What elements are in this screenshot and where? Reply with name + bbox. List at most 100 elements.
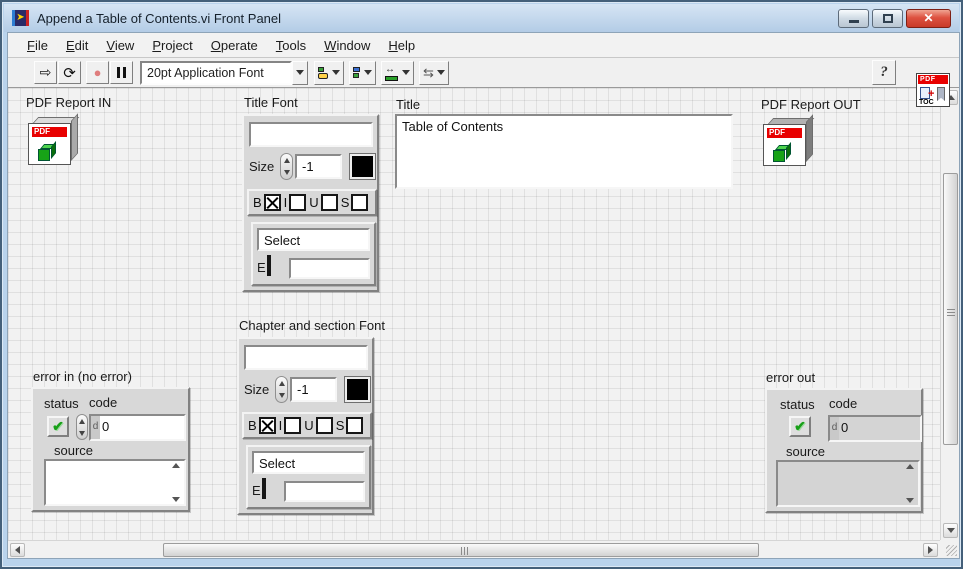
chevron-down-icon xyxy=(402,70,410,75)
title-bar[interactable]: ➤ Append a Table of Contents.vi Front Pa… xyxy=(4,4,959,32)
menu-project[interactable]: Project xyxy=(143,35,201,56)
reorder-icon: ⇆ xyxy=(423,65,434,81)
run-button[interactable]: ⇨ xyxy=(34,61,57,84)
status-checkmark-button[interactable] xyxy=(47,416,69,437)
error-out-cluster: status code d 0 source xyxy=(765,388,923,513)
title-textbox[interactable]: Table of Contents xyxy=(395,114,733,189)
enable-checkbox[interactable] xyxy=(267,255,271,276)
font-selector[interactable]: 20pt Application Font xyxy=(140,61,292,85)
minimize-button[interactable] xyxy=(838,9,869,28)
font-color-box[interactable] xyxy=(345,377,370,402)
enable-field[interactable] xyxy=(289,258,370,279)
underline-checkbox[interactable] xyxy=(321,194,338,211)
vertical-scroll-thumb[interactable] xyxy=(943,173,958,445)
menu-file[interactable]: File xyxy=(18,35,57,56)
vi-icon-pdf-toc[interactable]: PDF + TOC xyxy=(916,73,950,107)
strikeout-checkbox[interactable] xyxy=(346,417,363,434)
distribute-objects-button[interactable] xyxy=(349,61,376,85)
italic-label: I xyxy=(279,418,283,433)
horizontal-scrollbar[interactable] xyxy=(8,540,940,558)
abort-button[interactable]: ● xyxy=(86,61,109,84)
pdf-3d-icon: PDF xyxy=(763,124,806,166)
source-scroll-arrows[interactable] xyxy=(169,463,182,502)
scroll-down-button[interactable] xyxy=(943,523,958,538)
strikeout-label: S xyxy=(336,418,345,433)
enable-checkbox[interactable] xyxy=(262,478,266,499)
title-font-cluster: Size -1 B I U S Select xyxy=(242,114,379,292)
chapter-font-name-field[interactable] xyxy=(244,345,368,370)
italic-checkbox[interactable] xyxy=(289,194,306,211)
menu-bar: File Edit View Project Operate Tools Win… xyxy=(8,33,959,58)
menu-operate[interactable]: Operate xyxy=(202,35,267,56)
minimize-icon xyxy=(849,20,859,23)
error-in-cluster: status code d 0 source xyxy=(31,387,190,512)
title-font-name-field[interactable] xyxy=(249,122,373,147)
menu-window[interactable]: Window xyxy=(315,35,379,56)
enable-field[interactable] xyxy=(284,481,365,502)
pdf-report-out-label: PDF Report OUT xyxy=(761,97,861,112)
pause-icon xyxy=(117,67,120,78)
run-continuously-button[interactable]: ⟳ xyxy=(58,61,81,84)
horizontal-scroll-thumb[interactable] xyxy=(163,543,759,557)
labview-vi-icon: ➤ xyxy=(12,10,29,26)
code-field: d 0 xyxy=(828,415,922,442)
font-color-box[interactable] xyxy=(350,154,375,179)
bold-checkbox[interactable] xyxy=(259,417,276,434)
status-checkmark-indicator xyxy=(789,416,811,437)
vertical-scrollbar[interactable] xyxy=(940,88,959,540)
font-selector-dropdown-button[interactable] xyxy=(292,61,308,85)
run-arrow-icon: ⇨ xyxy=(40,64,52,81)
code-spinner[interactable] xyxy=(76,414,88,440)
strikeout-label: S xyxy=(341,195,350,210)
code-label: code xyxy=(89,395,117,410)
reorder-button[interactable]: ⇆ xyxy=(419,61,449,85)
status-label: status xyxy=(44,396,79,411)
size-field[interactable]: -1 xyxy=(290,377,337,402)
client-area: File Edit View Project Operate Tools Win… xyxy=(7,32,960,559)
code-field[interactable]: d 0 xyxy=(89,414,186,441)
menu-view[interactable]: View xyxy=(97,35,143,56)
size-spinner[interactable] xyxy=(275,376,288,403)
scroll-left-button[interactable] xyxy=(10,543,25,557)
bold-checkbox[interactable] xyxy=(264,194,281,211)
pdf-3d-icon: PDF xyxy=(28,123,71,165)
bold-label: B xyxy=(253,195,262,210)
source-scroll-arrows[interactable] xyxy=(903,464,916,503)
source-label: source xyxy=(54,443,93,458)
radix-indicator[interactable]: d xyxy=(91,416,100,439)
pdf-report-out-indicator[interactable]: PDF xyxy=(763,118,813,166)
resize-grip[interactable] xyxy=(940,540,959,558)
abort-icon: ● xyxy=(94,65,102,80)
error-in-label: error in (no error) xyxy=(33,369,132,384)
distribute-objects-icon xyxy=(353,67,360,78)
chevron-down-icon xyxy=(332,70,340,75)
title-label: Title xyxy=(396,97,420,112)
run-continuously-icon: ⟳ xyxy=(63,64,76,82)
scroll-right-button[interactable] xyxy=(923,543,938,557)
context-help-button[interactable]: ? xyxy=(872,60,896,85)
code-label: code xyxy=(829,396,857,411)
select-field[interactable]: Select xyxy=(257,228,370,251)
select-subcluster: Select E xyxy=(251,222,376,286)
size-spinner[interactable] xyxy=(280,153,293,180)
strikeout-checkbox[interactable] xyxy=(351,194,368,211)
chapter-font-cluster: Size -1 B I U S Select xyxy=(237,337,374,515)
align-objects-button[interactable] xyxy=(314,61,344,85)
underline-checkbox[interactable] xyxy=(316,417,333,434)
menu-tools[interactable]: Tools xyxy=(267,35,315,56)
title-font-label: Title Font xyxy=(244,95,298,110)
resize-objects-button[interactable]: ↔ xyxy=(381,61,414,85)
maximize-icon xyxy=(883,14,893,23)
menu-edit[interactable]: Edit xyxy=(57,35,97,56)
italic-checkbox[interactable] xyxy=(284,417,301,434)
pdf-report-in-control[interactable]: PDF xyxy=(28,117,78,165)
menu-help[interactable]: Help xyxy=(379,35,424,56)
close-button[interactable]: ✕ xyxy=(906,9,951,28)
select-field[interactable]: Select xyxy=(252,451,365,474)
source-label: source xyxy=(786,444,825,459)
size-field[interactable]: -1 xyxy=(295,154,342,179)
source-field[interactable] xyxy=(44,459,186,506)
font-style-bar: B I U S xyxy=(242,412,372,439)
maximize-button[interactable] xyxy=(872,9,903,28)
pause-button[interactable] xyxy=(110,61,133,84)
